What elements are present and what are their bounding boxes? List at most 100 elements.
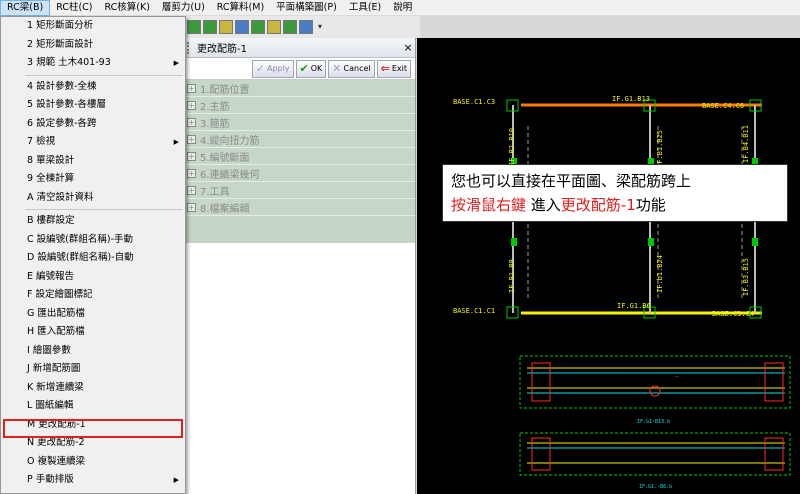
tree-node[interactable]: +4.縱向扭力筋 bbox=[183, 131, 415, 148]
dropdown-item-label: 7 檢視 bbox=[27, 136, 56, 147]
menu-item[interactable]: RC柱(C) bbox=[50, 0, 98, 16]
dropdown-item[interactable]: H 匯入配筋檔 bbox=[1, 323, 185, 342]
exit-button[interactable]: ⇐ Exit bbox=[376, 59, 411, 78]
dropdown-item[interactable]: 1 矩形斷面分析 bbox=[1, 17, 185, 36]
label-base-c1-c3: BASE.C1.C3 bbox=[453, 98, 495, 106]
tree-node[interactable]: +7.工具 bbox=[183, 182, 415, 199]
dropdown-item[interactable]: G 匯出配筋檔 bbox=[1, 305, 185, 324]
toolbar-button-icon[interactable] bbox=[299, 20, 313, 34]
label-b3-b15: IF.B3.B15 bbox=[742, 258, 750, 296]
dropdown-item[interactable]: 4 設計參數-全棟 bbox=[1, 78, 185, 97]
toolbar-button-icon[interactable] bbox=[219, 20, 233, 34]
tree-node-label: 5.編號斷面 bbox=[200, 152, 250, 164]
ok-button[interactable]: ✔ OK bbox=[295, 59, 327, 78]
toolbar-overflow-icon[interactable]: ▾ bbox=[315, 20, 325, 34]
expand-icon[interactable]: + bbox=[187, 100, 196, 110]
dropdown-item[interactable]: C 設編號(群組名稱)-手動 bbox=[1, 231, 185, 250]
marker bbox=[511, 238, 517, 246]
dropdown-item-label: 8 單梁設計 bbox=[27, 154, 75, 166]
close-icon[interactable]: × bbox=[401, 41, 415, 54]
toolbar-button-icon[interactable] bbox=[235, 20, 249, 34]
callout-line-2: 按滑鼠右鍵 進入更改配筋-1功能 bbox=[451, 193, 779, 217]
expand-icon[interactable]: + bbox=[187, 185, 196, 195]
toolbar-button-icon[interactable] bbox=[187, 20, 201, 34]
apply-button[interactable]: ✓ Apply bbox=[251, 59, 294, 78]
callout-text-end: 功能 bbox=[635, 196, 666, 214]
toolbar-button-icon[interactable] bbox=[283, 20, 297, 34]
expand-icon[interactable]: + bbox=[187, 151, 196, 161]
dropdown-item-label: D 設編號(群組名稱)-自動 bbox=[27, 252, 134, 263]
cancel-button[interactable]: ✕ Cancel bbox=[328, 59, 375, 78]
label-g1-b13: IF.G1.B13 bbox=[612, 95, 650, 103]
tree-node[interactable]: +3.箍筋 bbox=[183, 114, 415, 131]
cancel-icon: ✕ bbox=[332, 62, 342, 75]
dropdown-item[interactable]: 2 矩形斷面設計 bbox=[1, 36, 185, 55]
menu-item[interactable]: 工具(E) bbox=[343, 0, 387, 16]
dropdown-item-label: L 圖紙編輯 bbox=[27, 400, 74, 411]
dropdown-item-label: E 編號報告 bbox=[27, 270, 75, 282]
tree-node[interactable]: +1.配筋位置 bbox=[183, 80, 415, 97]
dropdown-item[interactable]: M 更改配筋-1 bbox=[1, 416, 185, 435]
expand-icon[interactable]: + bbox=[187, 202, 196, 212]
dropdown-item[interactable]: K 新增連續梁 bbox=[1, 379, 185, 398]
menu-item[interactable]: RC核算(K) bbox=[99, 0, 156, 16]
panel-title: 更改配筋-1 bbox=[197, 44, 247, 55]
expand-icon[interactable]: + bbox=[187, 168, 196, 178]
tree-node-label: 7.工具 bbox=[200, 186, 230, 198]
dropdown-item[interactable]: J 新增配筋圖 bbox=[1, 360, 185, 379]
dropdown-item-label: H 匯入配筋檔 bbox=[27, 326, 85, 337]
tree-node[interactable]: +8.檔案編輯 bbox=[183, 199, 415, 216]
dropdown-item-label: C 設編號(群組名稱)-手動 bbox=[27, 233, 133, 245]
submenu-arrow-icon: ▶ bbox=[173, 476, 179, 484]
panel-toolbar: ✓ Apply ✔ OK ✕ Cancel ⇐ Exit bbox=[183, 58, 415, 80]
ok-label: OK bbox=[310, 64, 323, 73]
cad-plan-view[interactable]: BASE.C1.C3 IF.G1.B13 BASE.C4.C6 BASE.C1.… bbox=[417, 38, 800, 494]
menu-item[interactable]: RC算料(M) bbox=[211, 0, 270, 16]
menu-item[interactable]: 說明 bbox=[387, 0, 418, 16]
expand-icon[interactable]: + bbox=[187, 117, 196, 127]
toolbar-button-icon[interactable] bbox=[251, 20, 265, 34]
cancel-label: Cancel bbox=[343, 64, 371, 73]
marker bbox=[752, 238, 758, 246]
tree-node[interactable]: +5.編號斷面 bbox=[183, 148, 415, 165]
dropdown-item[interactable]: L 圖紙編輯 bbox=[1, 397, 185, 416]
detail-column bbox=[531, 362, 551, 402]
detail-label-1: IF.G1-B13.b bbox=[637, 419, 670, 425]
dropdown-item[interactable]: E 編號報告 bbox=[1, 268, 185, 287]
dropdown-item[interactable]: I 繪圖參數 bbox=[1, 342, 185, 361]
expand-icon[interactable]: + bbox=[187, 134, 196, 144]
dropdown-item-label: 9 全棟計算 bbox=[27, 173, 75, 184]
grip-icon[interactable] bbox=[187, 41, 193, 54]
dropdown-item[interactable]: 7 檢視 ▶ bbox=[1, 133, 185, 152]
dropdown-item[interactable]: N 更改配筋-2 bbox=[1, 434, 185, 453]
dropdown-item[interactable]: P 手動排版 ▶ bbox=[1, 471, 185, 490]
dropdown-item[interactable]: 8 單梁設計 bbox=[1, 152, 185, 171]
dropdown-item-label: 5 設計參數-各樓層 bbox=[27, 99, 106, 110]
dropdown-item[interactable]: A 清空設計資料 bbox=[1, 189, 185, 208]
toolbar-button-icon[interactable] bbox=[203, 20, 217, 34]
dropdown-item[interactable]: O 複製連續梁 bbox=[1, 453, 185, 472]
dropdown-item[interactable]: 6 設定參數-各跨 bbox=[1, 115, 185, 134]
callout-red-2: 更改配筋-1 bbox=[560, 196, 636, 214]
dropdown-item-label: B 樓群設定 bbox=[27, 215, 75, 226]
dropdown-item-label: N 更改配筋-2 bbox=[27, 437, 85, 448]
label-b1-b24: IF.b1.B24 bbox=[656, 255, 664, 293]
dropdown-item-label: P 手動排版 bbox=[27, 474, 74, 485]
expand-icon[interactable]: + bbox=[187, 83, 196, 93]
callout-red-1: 按滑鼠右鍵 bbox=[451, 196, 527, 214]
toolbar-button-icon[interactable] bbox=[267, 20, 281, 34]
dropdown-item[interactable]: 5 設計參數-各樓層 bbox=[1, 96, 185, 115]
dropdown-item[interactable]: 3 規範 土木401-93 ▶ bbox=[1, 54, 185, 73]
dropdown-item[interactable]: 9 全棟計算 bbox=[1, 170, 185, 189]
dropdown-item[interactable]: B 樓群設定 bbox=[1, 212, 185, 231]
tree-node[interactable]: +2.主筋 bbox=[183, 97, 415, 114]
tree-node-label: 8.檔案編輯 bbox=[200, 203, 250, 215]
dropdown-item[interactable]: D 設編號(群組名稱)-自動 bbox=[1, 249, 185, 268]
menu-item[interactable]: 層剪力(U) bbox=[156, 0, 211, 16]
dropdown-item-label: M 更改配筋-1 bbox=[27, 418, 86, 430]
menu-item[interactable]: RC梁(B) bbox=[0, 0, 51, 16]
dropdown-item[interactable]: F 設定繪圖標記 bbox=[1, 286, 185, 305]
tree-node[interactable]: +6.連續梁幾何 bbox=[183, 165, 415, 182]
menubar: RC梁(B) RC柱(C) RC核算(K) 層剪力(U) RC算料(M) 平面構築圖(P)… bbox=[0, 0, 800, 16]
menu-item[interactable]: 平面構築圖(P) bbox=[270, 0, 343, 16]
